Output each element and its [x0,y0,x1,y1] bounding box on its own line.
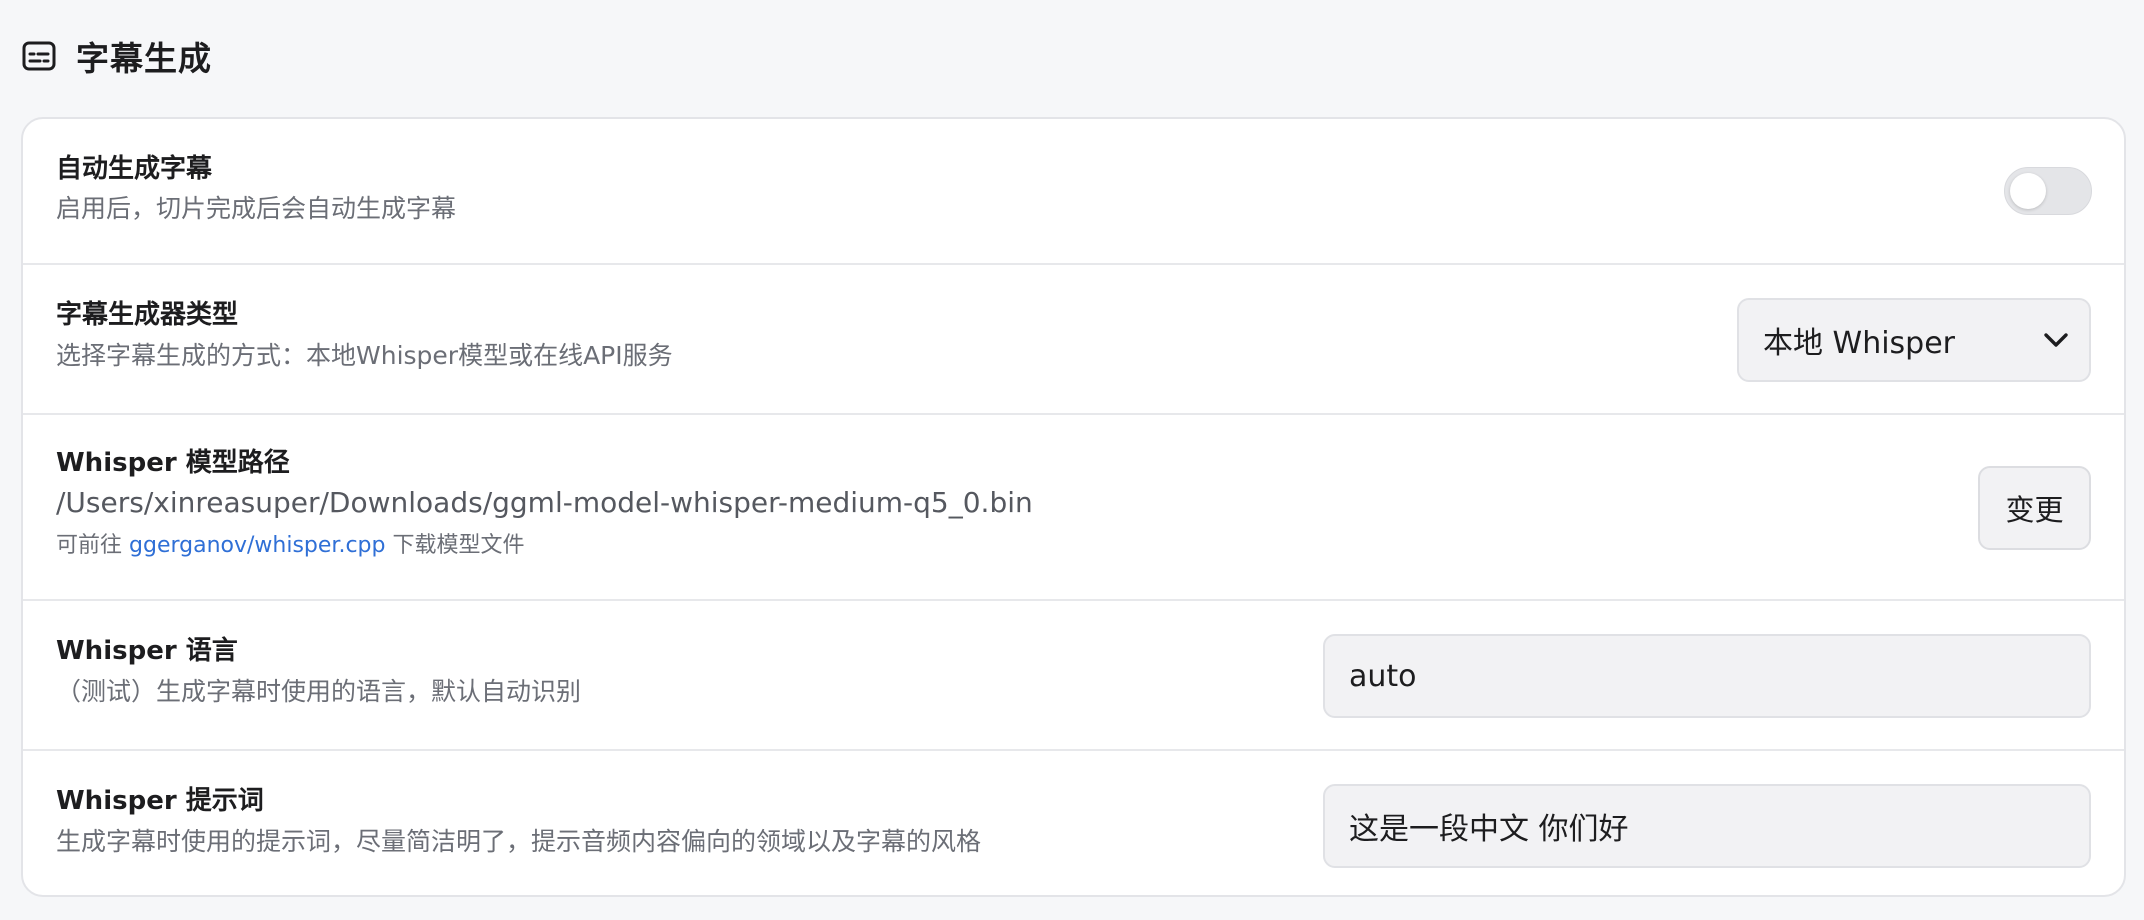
chevron-down-icon [2043,332,2069,348]
toggle-knob [2010,173,2046,209]
change-model-button[interactable]: 变更 [1978,466,2091,550]
setting-row-prompt: Whisper 提示词 生成字幕时使用的提示词，尽量简洁明了，提示音频内容偏向的… [23,751,2124,895]
generator-type-select[interactable]: 本地 Whisper [1737,298,2091,382]
model-path-value: /Users/xinreasuper/Downloads/ggml-model-… [56,486,1033,519]
language-input[interactable] [1323,634,2091,718]
section-title: 字幕生成 [76,39,212,78]
setting-title: Whisper 语言 [56,636,238,666]
settings-card: 自动生成字幕 启用后，切片完成后会自动生成字幕 字幕生成器类型 选择字幕生成的方… [21,117,2126,897]
setting-text: Whisper 语言 （测试）生成字幕时使用的语言，默认自动识别 [56,633,581,710]
setting-row-language: Whisper 语言 （测试）生成字幕时使用的语言，默认自动识别 [23,601,2124,751]
setting-title: Whisper 提示词 [56,786,264,816]
whisper-cpp-link[interactable]: ggerganov/whisper.cpp [129,533,385,558]
setting-text: Whisper 提示词 生成字幕时使用的提示词，尽量简洁明了，提示音频内容偏向的… [56,783,981,860]
setting-title: 自动生成字幕 [56,154,213,184]
setting-description: 生成字幕时使用的提示词，尽量简洁明了，提示音频内容偏向的领域以及字幕的风格 [56,827,982,856]
setting-row-model-path: Whisper 模型路径 /Users/xinreasuper/Download… [23,415,2124,601]
setting-description: 启用后，切片完成后会自动生成字幕 [56,194,457,223]
hint-prefix: 可前往 [56,533,123,558]
setting-text: Whisper 模型路径 /Users/xinreasuper/Download… [56,445,1033,562]
setting-title: Whisper 模型路径 [56,448,290,478]
setting-row-generator-type: 字幕生成器类型 选择字幕生成的方式：本地Whisper模型或在线API服务 本地… [23,265,2124,415]
setting-text: 字幕生成器类型 选择字幕生成的方式：本地Whisper模型或在线API服务 [56,297,673,374]
hint-suffix: 下载模型文件 [392,533,525,558]
prompt-input[interactable] [1323,784,2091,868]
setting-description: （测试）生成字幕时使用的语言，默认自动识别 [56,677,582,706]
setting-text: 自动生成字幕 启用后，切片完成后会自动生成字幕 [56,151,456,227]
select-value: 本地 Whisper [1763,326,1956,361]
download-hint: 可前往 ggerganov/whisper.cpp 下载模型文件 [56,530,1033,562]
section-header: 字幕生成 [22,30,212,82]
setting-title: 字幕生成器类型 [56,300,239,330]
setting-row-auto-subtitles: 自动生成字幕 启用后，切片完成后会自动生成字幕 [23,119,2124,265]
setting-description: 选择字幕生成的方式：本地Whisper模型或在线API服务 [56,341,673,370]
subtitles-icon [22,41,56,71]
auto-subtitles-toggle[interactable] [2004,167,2092,215]
